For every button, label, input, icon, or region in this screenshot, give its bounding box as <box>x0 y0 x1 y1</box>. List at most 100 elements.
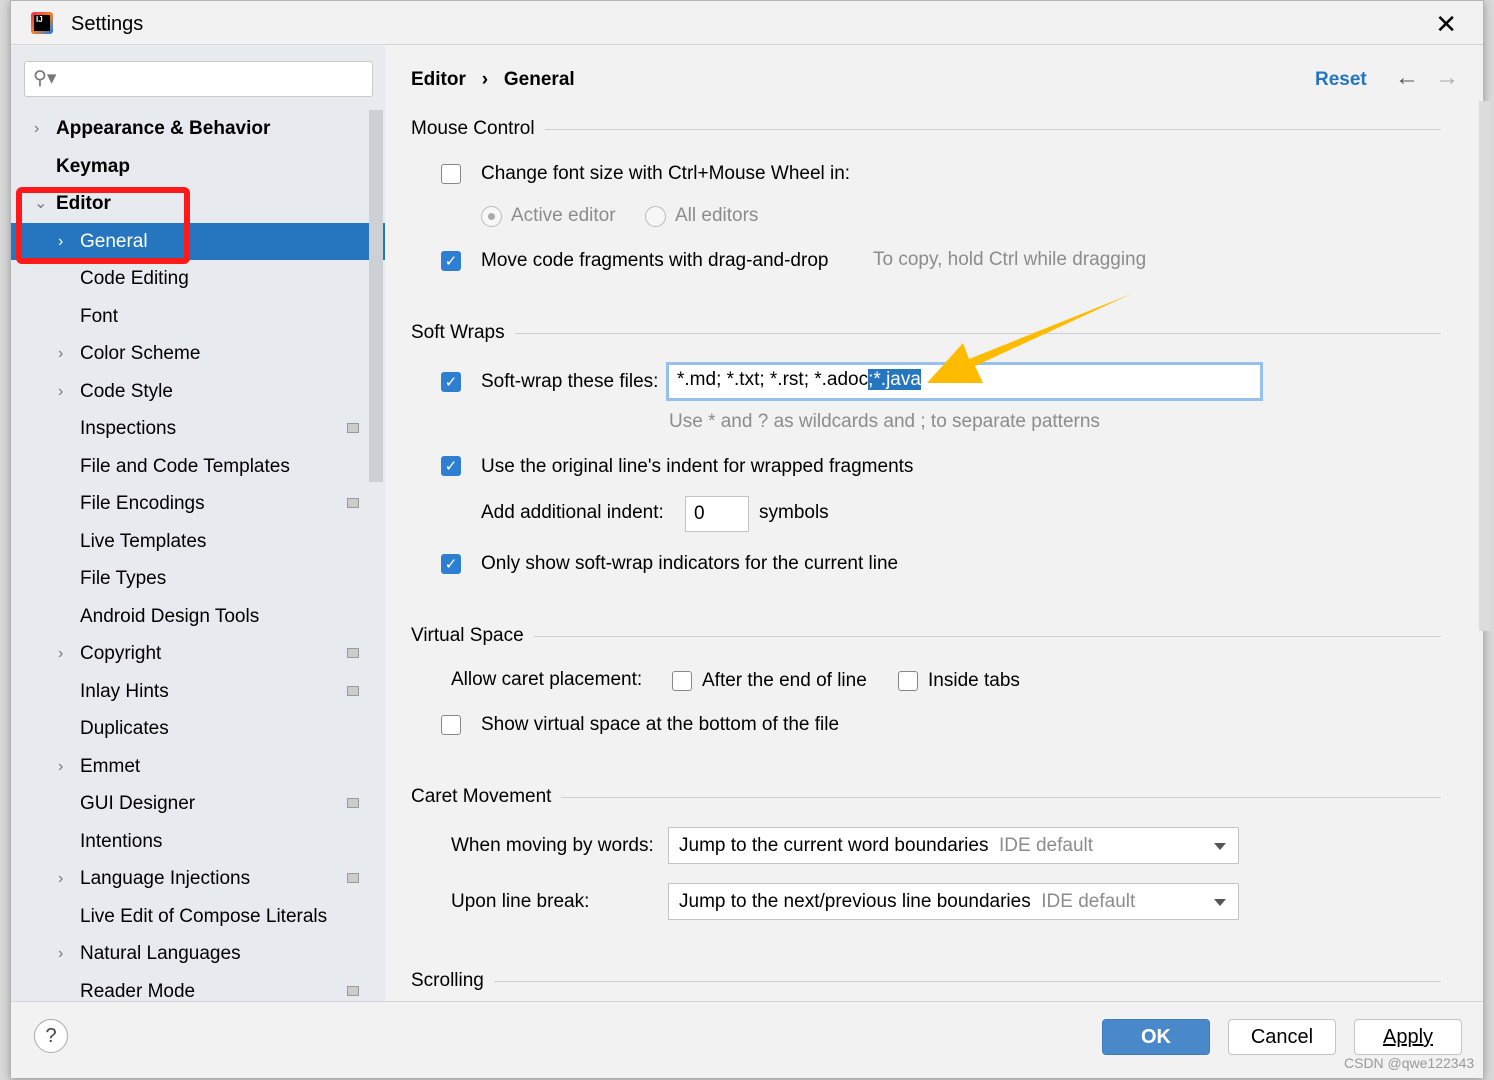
content-scrollbar[interactable] <box>1479 101 1491 631</box>
add-indent-label: Add additional indent: <box>481 502 664 523</box>
tree-item-label: GUI Designer <box>80 793 196 814</box>
chevron-down-icon <box>1214 843 1226 856</box>
chevron-right-icon[interactable]: › <box>58 335 63 372</box>
chevron-right-icon[interactable]: › <box>58 635 63 672</box>
soft-wrap-hint: Use * and ? as wildcards and ; to separa… <box>669 411 1100 432</box>
all-editors-label: All editors <box>675 205 759 226</box>
chevron-right-icon[interactable]: › <box>58 373 63 410</box>
tree-item-copyright[interactable]: › Copyright <box>11 635 385 672</box>
line-break-label: Upon line break: <box>451 891 590 912</box>
cancel-button[interactable]: Cancel <box>1228 1019 1336 1055</box>
tree-item-natural-languages[interactable]: › Natural Languages <box>11 935 385 972</box>
active-editor-radio[interactable] <box>481 206 502 227</box>
red-highlight-box <box>16 187 190 264</box>
project-scope-icon <box>347 798 359 808</box>
original-indent-label: Use the original line's indent for wrapp… <box>481 456 914 477</box>
tree-item-label: Intentions <box>80 830 163 852</box>
drag-drop-label: Move code fragments with drag-and-drop <box>481 250 829 271</box>
settings-dialog: IJ Settings ✕ ⚲▾ › Appearance & Behavior K… <box>10 0 1491 1078</box>
chevron-right-icon[interactable]: › <box>58 935 63 972</box>
reset-link[interactable]: Reset <box>1315 69 1367 91</box>
tree-item-label: Emmet <box>80 755 141 777</box>
tree-item-label: Code Style <box>80 380 173 402</box>
tree-item-file-encodings[interactable]: File Encodings <box>11 485 385 522</box>
tree-item-color-scheme[interactable]: › Color Scheme <box>11 335 385 372</box>
line-break-dropdown[interactable]: Jump to the next/previous line boundarie… <box>668 883 1239 920</box>
tree-item-android-design-tools[interactable]: Android Design Tools <box>11 598 385 635</box>
tree-item-code-editing[interactable]: Code Editing <box>11 260 385 297</box>
chevron-right-icon[interactable]: › <box>58 860 63 897</box>
search-icon: ⚲▾ <box>33 68 57 89</box>
close-icon[interactable]: ✕ <box>1435 9 1457 40</box>
tree-item-label: File Types <box>80 568 167 589</box>
tree-item-file-and-code-templates[interactable]: File and Code Templates <box>11 448 385 485</box>
project-scope-icon <box>347 498 359 508</box>
project-scope-icon <box>347 423 359 433</box>
section-virtual-space: Virtual Space <box>411 625 1441 647</box>
tree-item-duplicates[interactable]: Duplicates <box>11 710 385 747</box>
tree-item-label: Inspections <box>80 418 177 439</box>
section-caret-movement: Caret Movement <box>411 786 1441 808</box>
section-scrolling: Scrolling <box>411 970 1441 992</box>
tree-item-language-injections[interactable]: › Language Injections <box>11 860 385 897</box>
tree-item-label: Keymap <box>56 155 130 177</box>
chevron-right-icon[interactable]: › <box>34 110 39 147</box>
tree-item-label: Color Scheme <box>80 343 201 364</box>
breadcrumb: Editor › General <box>411 69 575 90</box>
indicators-label: Only show soft-wrap indicators for the c… <box>481 553 899 574</box>
tree-item-intentions[interactable]: Intentions <box>11 823 385 860</box>
tree-item-keymap[interactable]: Keymap <box>11 148 385 185</box>
tree-item-live-templates[interactable]: Live Templates <box>11 523 385 560</box>
drag-drop-checkbox[interactable]: ✓ <box>441 251 461 271</box>
tree-item-gui-designer[interactable]: GUI Designer <box>11 785 385 822</box>
soft-wrap-checkbox[interactable]: ✓ <box>441 372 461 392</box>
project-scope-icon <box>347 685 359 696</box>
apply-button[interactable]: Apply <box>1354 1019 1462 1055</box>
chevron-right-icon[interactable]: › <box>58 748 63 785</box>
chevron-down-icon <box>1214 899 1226 912</box>
tree-item-emmet[interactable]: › Emmet <box>11 748 385 785</box>
tree-item-code-style[interactable]: › Code Style <box>11 373 385 410</box>
tree-item-label: Duplicates <box>80 718 169 739</box>
original-indent-checkbox[interactable]: ✓ <box>441 456 461 476</box>
font-size-label: Change font size with Ctrl+Mouse Wheel i… <box>481 163 851 184</box>
button-bar: ? OK Cancel Apply <box>11 1001 1483 1078</box>
tree-item-font[interactable]: Font <box>11 298 385 335</box>
tree-item-label: Language Injections <box>80 868 251 889</box>
virtual-bottom-label: Show virtual space at the bottom of the … <box>481 714 840 735</box>
tree-item-label: Android Design Tools <box>80 605 260 627</box>
tree-item-inlay-hints[interactable]: Inlay Hints <box>11 673 385 710</box>
all-editors-radio[interactable] <box>645 206 666 227</box>
tree-item-label: Copyright <box>80 643 162 664</box>
tree-item-label: Appearance & Behavior <box>56 118 271 139</box>
annotation-arrow <box>927 294 1131 383</box>
tree-item-appearance-behavior[interactable]: › Appearance & Behavior <box>11 110 385 147</box>
intellij-logo-icon: IJ <box>31 12 53 34</box>
font-size-checkbox[interactable] <box>441 164 461 184</box>
tree-item-inspections[interactable]: Inspections <box>11 410 385 447</box>
end-of-line-checkbox[interactable] <box>672 671 692 691</box>
project-scope-icon <box>347 985 359 996</box>
help-button[interactable]: ? <box>34 1019 68 1053</box>
inside-tabs-label: Inside tabs <box>928 670 1020 691</box>
settings-content: Editor › General Reset ← → Mouse Control… <box>385 46 1491 1001</box>
back-arrow-icon[interactable]: ← <box>1395 64 1419 92</box>
end-of-line-label: After the end of line <box>702 670 867 691</box>
tree-item-file-types[interactable]: File Types <box>11 560 385 597</box>
forward-arrow-icon[interactable]: → <box>1435 64 1459 92</box>
virtual-bottom-checkbox[interactable] <box>441 715 461 735</box>
inside-tabs-checkbox[interactable] <box>898 671 918 691</box>
project-scope-icon <box>347 648 359 658</box>
section-mouse-control: Mouse Control <box>411 118 1441 140</box>
sidebar-scrollbar[interactable] <box>369 110 383 482</box>
tree-item-label: File Encodings <box>80 493 205 514</box>
drag-hint: To copy, hold Ctrl while dragging <box>873 249 1147 270</box>
indicators-checkbox[interactable]: ✓ <box>441 554 461 574</box>
add-indent-input[interactable]: 0 <box>685 496 749 532</box>
search-input[interactable]: ⚲▾ <box>24 61 373 97</box>
words-dropdown[interactable]: Jump to the current word boundaries IDE … <box>668 827 1239 864</box>
ok-button[interactable]: OK <box>1102 1019 1210 1055</box>
project-scope-icon <box>347 873 359 883</box>
tree-item-live-edit-of-compose-literals[interactable]: Live Edit of Compose Literals <box>11 898 385 935</box>
tree-item-label: Live Edit of Compose Literals <box>80 905 328 927</box>
